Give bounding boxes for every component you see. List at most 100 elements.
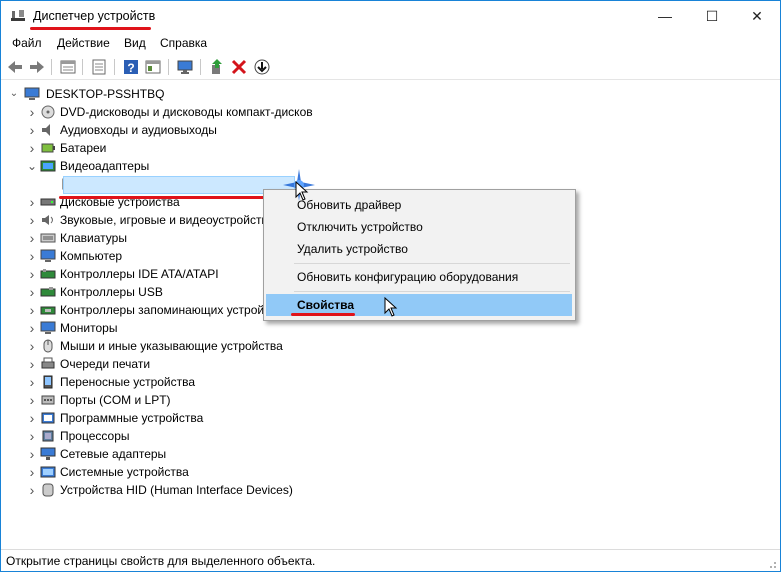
ctx-uninstall-device[interactable]: Удалить устройство	[266, 238, 572, 260]
expand-chevron-icon[interactable]: ›	[26, 445, 38, 463]
title-highlight-underline	[30, 27, 151, 30]
tree-item-label: DVD-дисководы и дисководы компакт-дисков	[60, 105, 313, 119]
menu-view[interactable]: Вид	[124, 36, 146, 50]
tree-item[interactable]: › Мониторы	[26, 319, 526, 337]
expand-chevron-icon[interactable]: ›	[26, 103, 38, 121]
root-label: DESKTOP-PSSHTBQ	[46, 87, 165, 101]
sound-icon	[42, 215, 53, 225]
usb-icon	[40, 287, 56, 297]
tree-item-label: Устройства HID (Human Interface Devices)	[60, 483, 293, 497]
forward-arrow-icon[interactable]	[28, 58, 46, 76]
mouse-icon	[43, 339, 53, 353]
down-arrow-icon[interactable]	[253, 58, 271, 76]
computer-icon	[40, 249, 56, 262]
tree-item[interactable]: › Системные устройства	[26, 463, 526, 481]
expand-chevron-icon[interactable]: ›	[26, 481, 38, 499]
tree-item[interactable]: › Устройства HID (Human Interface Devices…	[26, 481, 526, 499]
tree-item[interactable]: › Переносные устройства	[26, 373, 526, 391]
tree-item[interactable]: › Аудиовходы и аудиовыходы	[26, 121, 526, 139]
expand-chevron-icon[interactable]: ›	[26, 211, 38, 229]
port-icon	[41, 395, 55, 405]
network-adapter-icon	[40, 447, 56, 460]
tree-item[interactable]: › Мыши и иные указывающие устройства	[26, 337, 526, 355]
ctx-separator	[294, 263, 570, 264]
menu-help[interactable]: Справка	[160, 36, 207, 50]
context-menu: Обновить драйвер Отключить устройство Уд…	[263, 189, 576, 321]
tree-item-label: Контроллеры USB	[60, 285, 163, 299]
menu-action[interactable]: Действие	[57, 36, 110, 50]
tree-item[interactable]: › Сетевые адаптеры	[26, 445, 526, 463]
tree-item-label: Мониторы	[60, 321, 118, 335]
expand-chevron-icon[interactable]: ›	[26, 427, 38, 445]
back-arrow-icon[interactable]	[6, 58, 24, 76]
battery-icon	[41, 143, 55, 153]
expand-chevron-icon[interactable]: ›	[26, 139, 38, 157]
ctx-separator	[294, 291, 570, 292]
help-icon[interactable]: ?	[122, 58, 140, 76]
collapse-chevron-icon[interactable]: ⌄	[8, 85, 20, 103]
disk-icon	[40, 198, 56, 206]
view-list-icon[interactable]	[144, 58, 162, 76]
expand-chevron-icon[interactable]: ›	[26, 247, 38, 265]
expand-chevron-icon[interactable]: ›	[26, 265, 38, 283]
update-driver-icon[interactable]	[208, 58, 226, 76]
maximize-button[interactable]: ☐	[689, 1, 735, 32]
software-device-icon	[41, 412, 55, 424]
toolbar-separator	[200, 59, 201, 75]
remove-x-icon[interactable]	[230, 58, 248, 76]
toolbar-separator	[114, 59, 115, 75]
expand-chevron-icon[interactable]: ›	[26, 301, 38, 319]
close-button[interactable]: ✕	[734, 1, 780, 32]
tree-item[interactable]: › Порты (COM и LPT)	[26, 391, 526, 409]
collapse-chevron-icon[interactable]: ⌄	[26, 157, 38, 175]
expand-chevron-icon[interactable]: ›	[26, 409, 38, 427]
expand-chevron-icon[interactable]: ›	[26, 229, 38, 247]
expand-chevron-icon[interactable]: ›	[26, 193, 38, 211]
monitor-icon[interactable]	[176, 58, 194, 76]
tree-item[interactable]: › Очереди печати	[26, 355, 526, 373]
minimize-button[interactable]: —	[642, 1, 688, 32]
resize-grip-icon[interactable]	[767, 559, 777, 569]
tree-root[interactable]: ⌄ DESKTOP-PSSHTBQ	[8, 85, 208, 103]
ide-controller-icon	[40, 269, 56, 279]
expand-chevron-icon[interactable]: ›	[26, 283, 38, 301]
expand-chevron-icon[interactable]: ›	[26, 337, 38, 355]
toolbar-separator	[168, 59, 169, 75]
tree-item-label: Видеоадаптеры	[60, 159, 150, 173]
expand-chevron-icon[interactable]: ›	[26, 373, 38, 391]
computer-icon	[24, 87, 40, 100]
tree-item[interactable]: › Батареи	[26, 139, 526, 157]
printer-icon	[41, 357, 55, 369]
tree-item[interactable]: ⌄ Видеоадаптеры	[26, 157, 526, 175]
dvd-icon	[41, 105, 55, 119]
selected-row-highlight	[63, 176, 295, 194]
tree-item-label: Аудиовходы и аудиовыходы	[60, 123, 217, 137]
tree-item-label: Очереди печати	[60, 357, 151, 371]
tree-item-label: Процессоры	[60, 429, 130, 443]
monitor-icon	[40, 321, 56, 334]
tree-item-label: Мыши и иные указывающие устройства	[60, 339, 283, 353]
expand-chevron-icon[interactable]: ›	[26, 319, 38, 337]
tree-item[interactable]: › DVD-дисководы и дисководы компакт-диско…	[26, 103, 526, 121]
tree-item[interactable]: › Программные устройства	[26, 409, 526, 427]
selected-item-underline	[59, 196, 291, 199]
ctx-scan-hardware[interactable]: Обновить конфигурацию оборудования	[266, 266, 572, 288]
tree-item-label: Контроллеры запоминающих устройств	[60, 303, 282, 317]
ctx-disable-device[interactable]: Отключить устройство	[266, 216, 572, 238]
processor-icon	[42, 430, 54, 442]
menu-file[interactable]: Файл	[12, 36, 42, 50]
expand-chevron-icon[interactable]: ›	[26, 355, 38, 373]
device-manager-window: Диспетчер устройств — ☐ ✕ Файл Действие …	[0, 0, 781, 572]
properties-sheet-icon[interactable]	[59, 58, 77, 76]
tree-item-label: Переносные устройства	[60, 375, 196, 389]
expand-chevron-icon[interactable]: ›	[26, 391, 38, 409]
toolbar-separator	[82, 59, 83, 75]
tree-item-label: Порты (COM и LPT)	[60, 393, 171, 407]
document-icon[interactable]	[90, 58, 108, 76]
expand-chevron-icon[interactable]: ›	[26, 121, 38, 139]
expand-chevron-icon[interactable]: ›	[26, 463, 38, 481]
mouse-pointer-icon	[384, 297, 398, 317]
tree-item[interactable]: › Процессоры	[26, 427, 526, 445]
system-device-icon	[40, 466, 56, 478]
title-bar[interactable]: Диспетчер устройств — ☐ ✕	[1, 1, 780, 32]
